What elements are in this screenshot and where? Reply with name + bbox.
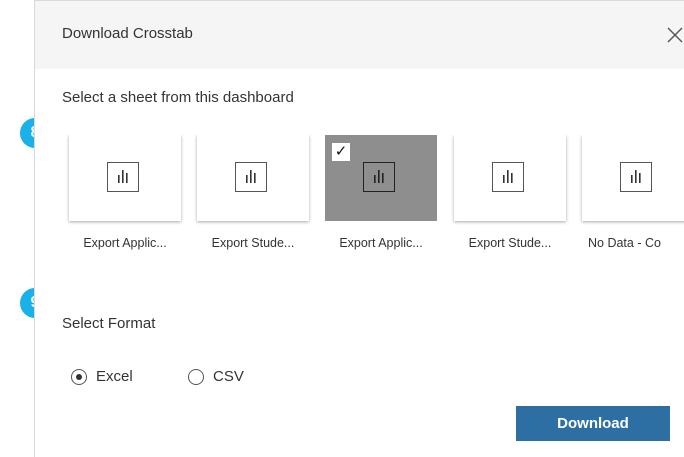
format-section-label: Select Format [62,315,156,332]
sheet-label: Export Stude... [211,236,295,250]
sheet-option-1[interactable]: Export Applic... [69,135,181,250]
bar-chart-icon [492,162,524,192]
checkmark-icon: ✓ [332,143,350,161]
radio-button[interactable] [188,369,204,385]
radio-dot [76,374,82,380]
sheet-option-5[interactable]: No Data - Co [582,135,684,250]
download-crosstab-dialog: Download Crosstab Select a sheet from th… [34,0,684,457]
sheet-thumbnail [582,135,684,221]
sheet-label: Export Stude... [468,236,552,250]
dialog-title: Download Crosstab [62,25,193,42]
radio-csv-label: CSV [213,368,244,385]
bar-chart-icon [235,162,267,192]
sheet-option-3-selected[interactable]: ✓ Export Applic... [325,135,437,250]
sheet-label: Export Applic... [83,236,167,250]
download-button[interactable]: Download [516,406,670,441]
sheet-thumbnail [197,135,309,221]
close-icon[interactable] [665,25,684,45]
sheet-thumbnail: ✓ [325,135,437,221]
dialog-titlebar: Download Crosstab [35,1,684,69]
bar-chart-icon [107,162,139,192]
sheet-section-label: Select a sheet from this dashboard [62,89,294,106]
radio-button-selected[interactable] [71,369,87,385]
sheet-option-2[interactable]: Export Stude... [197,135,309,250]
bar-chart-icon [620,162,652,192]
bar-chart-icon [363,162,395,192]
sheet-list: Export Applic... Export Stude... ✓ Expor… [35,135,684,275]
sheet-label: No Data - Co [588,236,661,250]
sheet-label: Export Applic... [339,236,423,250]
sheet-thumbnail [454,135,566,221]
sheet-option-4[interactable]: Export Stude... [454,135,566,250]
sheet-thumbnail [69,135,181,221]
radio-excel-label: Excel [96,368,133,385]
